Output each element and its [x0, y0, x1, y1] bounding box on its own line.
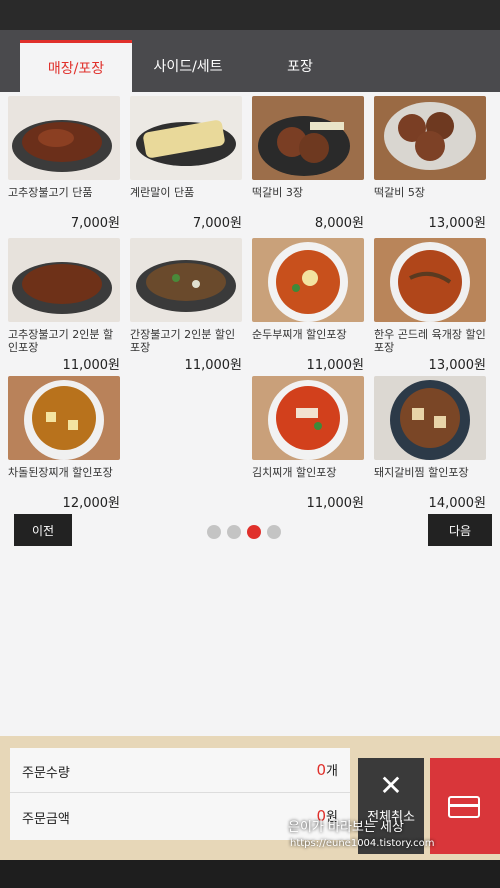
sundubu-image — [252, 238, 364, 322]
tab-takeout[interactable]: 포장 — [248, 40, 352, 92]
menu-item[interactable]: 떡갈비 5장 13,000원 — [374, 96, 486, 232]
page-dot-active[interactable] — [247, 525, 261, 539]
item-name: 떡갈비 3장 — [252, 186, 303, 199]
menu-item[interactable]: 고추장불고기 2인분 할인포장 11,000원 — [8, 238, 120, 374]
order-amount-label: 주문금액 — [22, 812, 70, 827]
yukgaejang-image — [374, 238, 486, 322]
item-price: 8,000원 — [314, 216, 364, 231]
next-button[interactable]: 다음 — [428, 514, 492, 546]
menu-item[interactable]: 돼지갈비찜 할인포장 14,000원 — [374, 376, 486, 512]
item-price: 7,000원 — [192, 216, 242, 231]
menu-item[interactable]: 고추장불고기 단품 7,000원 — [8, 96, 120, 232]
menu-item[interactable]: 순두부찌개 할인포장 11,000원 — [252, 238, 364, 374]
kiosk-bottom-bezel — [0, 860, 500, 888]
menu-item[interactable]: 한우 곤드레 육개장 할인포장 13,000원 — [374, 238, 486, 374]
egg-roll-image — [130, 96, 242, 180]
item-price: 13,000원 — [428, 216, 486, 231]
item-price: 11,000원 — [306, 496, 364, 511]
item-price: 11,000원 — [62, 358, 120, 373]
order-quantity-value: 0개 — [316, 761, 338, 779]
item-name: 한우 곤드레 육개장 할인포장 — [374, 328, 486, 354]
item-name: 고추장불고기 단품 — [8, 186, 93, 199]
item-price: 14,000원 — [428, 496, 486, 511]
item-name: 떡갈비 5장 — [374, 186, 425, 199]
page-indicator — [207, 525, 283, 539]
item-name: 고추장불고기 2인분 할인포장 — [8, 328, 114, 354]
tab-store-takeout[interactable]: 매장/포장 — [20, 40, 132, 92]
item-name: 순두부찌개 할인포장 — [252, 328, 347, 341]
menu-item[interactable]: 계란말이 단품 7,000원 — [130, 96, 242, 232]
item-name: 간장불고기 2인분 할인포장 — [130, 328, 236, 354]
item-price: 7,000원 — [70, 216, 120, 231]
menu-item[interactable]: 차돌된장찌개 할인포장 12,000원 — [8, 376, 120, 512]
page-dot[interactable] — [267, 525, 281, 539]
page-dot[interactable] — [207, 525, 221, 539]
item-name: 차돌된장찌개 할인포장 — [8, 466, 113, 479]
order-quantity-label: 주문수량 — [22, 766, 70, 781]
page-dot[interactable] — [227, 525, 241, 539]
item-name: 계란말이 단품 — [130, 186, 195, 199]
order-quantity-row: 주문수량 0개 — [10, 748, 350, 793]
bulgogi-2-image — [8, 238, 120, 322]
doenjang-image — [8, 376, 120, 460]
watermark-text: 은이가 바라보는 세상 — [288, 820, 404, 835]
item-price: 11,000원 — [184, 358, 242, 373]
menu-item[interactable]: 김치찌개 할인포장 11,000원 — [252, 376, 364, 512]
soy-bulgogi-image — [130, 238, 242, 322]
menu-item[interactable]: 간장불고기 2인분 할인포장 11,000원 — [130, 238, 242, 374]
item-price: 12,000원 — [62, 496, 120, 511]
watermark-url: https://eune1004.tistory.com — [290, 838, 435, 849]
bulgogi-image — [8, 96, 120, 180]
tteokgalbi-3-image — [252, 96, 364, 180]
galbijjim-image — [374, 376, 486, 460]
item-price: 13,000원 — [428, 358, 486, 373]
tab-side-set[interactable]: 사이드/세트 — [136, 40, 240, 92]
prev-button[interactable]: 이전 — [14, 514, 72, 546]
category-tabs: 매장/포장 사이드/세트 포장 — [0, 30, 500, 92]
item-price: 11,000원 — [306, 358, 364, 373]
tteokgalbi-5-image — [374, 96, 486, 180]
kiosk-screen: 매장/포장 사이드/세트 포장 고추장불고기 단품 7,000원 계란말이 단품… — [0, 30, 500, 860]
kimchi-stew-image — [252, 376, 364, 460]
item-name: 돼지갈비찜 할인포장 — [374, 466, 469, 479]
payment-button[interactable] — [430, 758, 500, 854]
credit-card-icon — [448, 796, 480, 818]
menu-item[interactable]: 떡갈비 3장 8,000원 — [252, 96, 364, 232]
close-icon: ✕ — [379, 769, 403, 802]
item-name: 김치찌개 할인포장 — [252, 466, 337, 479]
